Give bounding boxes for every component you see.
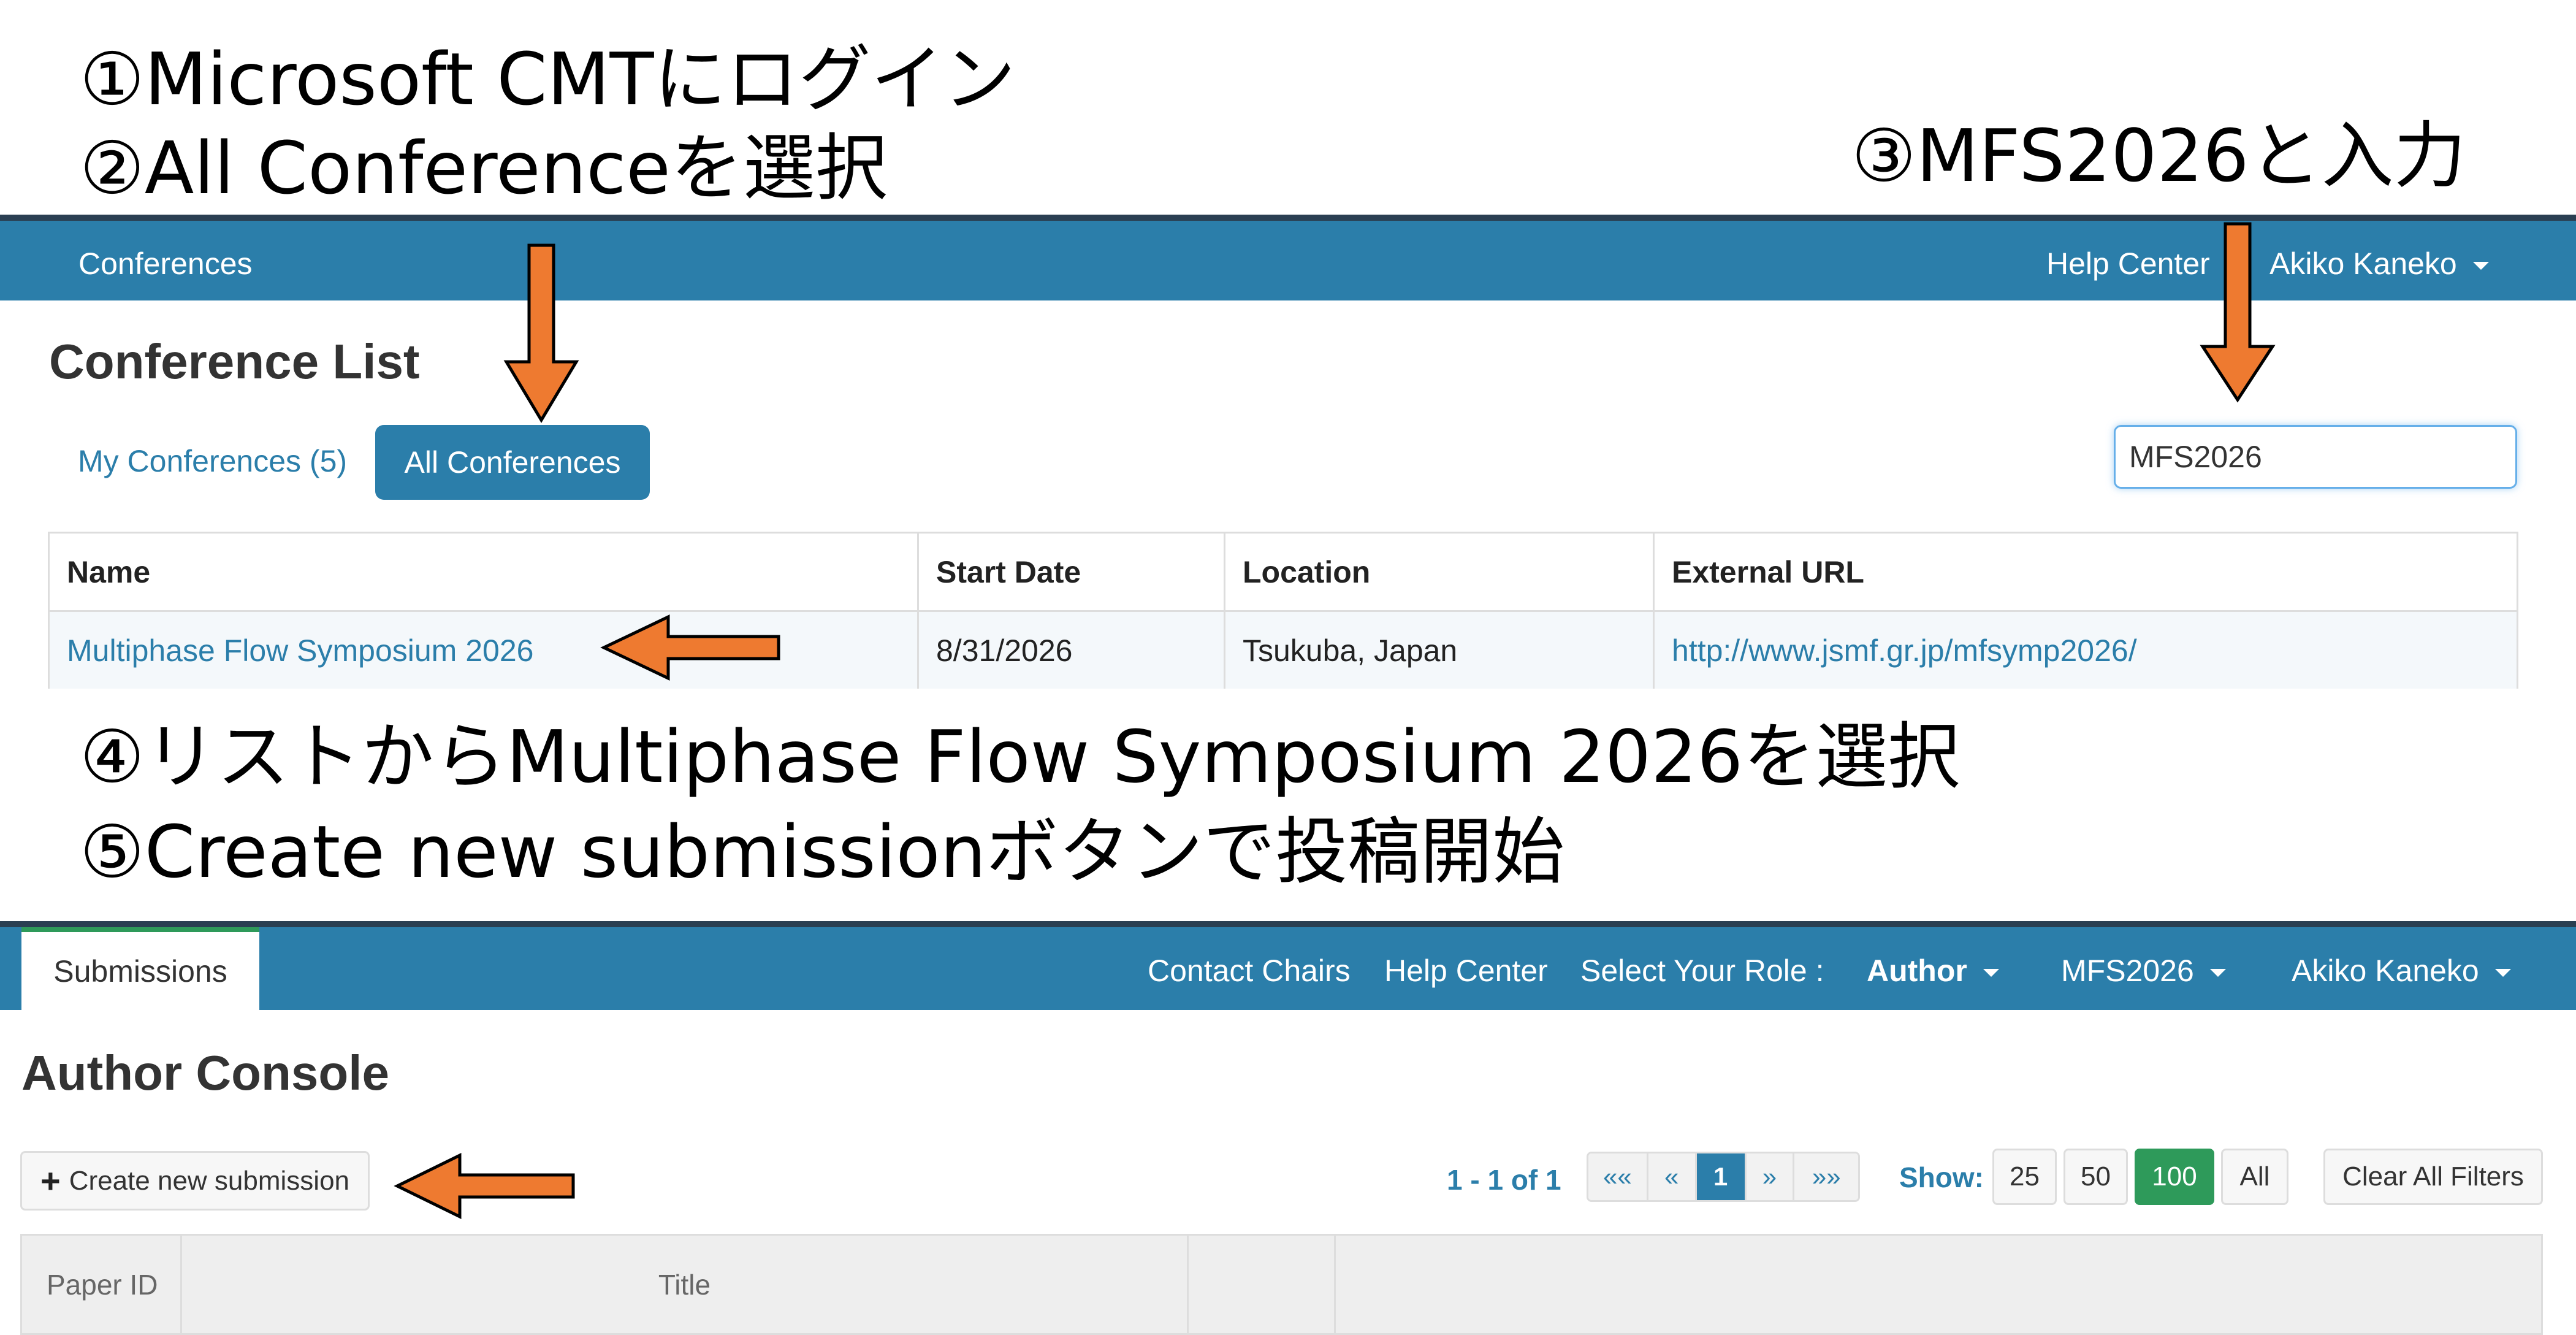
caret-down-icon: [2209, 969, 2226, 977]
clear-all-filters-button[interactable]: Clear All Filters: [2323, 1149, 2543, 1205]
column-header-title[interactable]: Title: [180, 1236, 1189, 1333]
nav-user-menu[interactable]: Akiko Kaneko: [2269, 248, 2489, 279]
conference-dropdown[interactable]: MFS2026: [2061, 955, 2226, 986]
plus-icon: +: [40, 1161, 61, 1200]
column-header-blank: [1189, 1236, 1336, 1333]
conference-value: MFS2026: [2061, 954, 2194, 988]
pager-last[interactable]: »»: [1793, 1153, 1858, 1200]
conference-location: Tsukuba, Japan: [1224, 612, 1653, 689]
table-row: Multiphase Flow Symposium 2026 8/31/2026…: [50, 610, 2517, 689]
table-header: Name Start Date Location External URL: [50, 534, 2517, 610]
caret-down-icon: [2494, 969, 2511, 977]
caret-down-icon: [1983, 969, 1999, 977]
pager-next[interactable]: »: [1744, 1153, 1793, 1200]
select-role-label: Select Your Role :: [1580, 954, 1824, 988]
conference-name-link[interactable]: Multiphase Flow Symposium 2026: [50, 612, 917, 689]
column-header-external-url[interactable]: External URL: [1653, 534, 2517, 610]
caret-down-icon: [2472, 262, 2489, 270]
nav-conferences-link[interactable]: Conferences: [78, 248, 253, 279]
column-header-name[interactable]: Name: [50, 534, 917, 610]
pagination: «« « 1 » »»: [1587, 1152, 1860, 1202]
arrow-down-all-conferences: [503, 243, 579, 423]
tab-submissions[interactable]: Submissions: [21, 927, 259, 1010]
column-header-location[interactable]: Location: [1224, 534, 1653, 610]
nav-help-center-link[interactable]: Help Center: [2046, 248, 2210, 279]
nav-help-center-link[interactable]: Help Center: [1384, 955, 1548, 986]
nav-user-menu[interactable]: Akiko Kaneko: [2292, 955, 2511, 986]
annotation-step5: ⑤Create new submissionボタンで投稿開始: [80, 809, 1565, 894]
show-label: Show:: [1899, 1161, 1984, 1193]
show-25-button[interactable]: 25: [1992, 1149, 2057, 1205]
pager-first[interactable]: ««: [1588, 1153, 1647, 1200]
annotation-step4: ④リストからMultiphase Flow Symposium 2026を選択: [80, 714, 1961, 799]
show-all-button[interactable]: All: [2221, 1149, 2288, 1205]
role-value: Author: [1867, 954, 1967, 988]
pager-page-1[interactable]: 1: [1694, 1153, 1745, 1200]
conference-start-date: 8/31/2026: [917, 612, 1224, 689]
page-title-author-console: Author Console: [21, 1046, 389, 1100]
show-50-button[interactable]: 50: [2063, 1149, 2128, 1205]
show-100-button[interactable]: 100: [2135, 1149, 2214, 1205]
conference-search-input[interactable]: MFS2026: [2114, 425, 2517, 489]
annotation-step1: ①Microsoft CMTにログイン: [80, 37, 1016, 121]
role-dropdown[interactable]: Author: [1867, 955, 1999, 986]
nav-user-name: Akiko Kaneko: [2292, 954, 2479, 988]
arrow-left-create-submission: [394, 1153, 575, 1220]
annotation-step2: ②All Conferenceを選択: [80, 126, 888, 210]
column-header-start-date[interactable]: Start Date: [917, 534, 1224, 610]
conference-external-url-link[interactable]: http://www.jsmf.gr.jp/mfsymp2026/: [1653, 612, 2517, 689]
arrow-down-search: [2200, 222, 2276, 403]
annotation-step3: ③MFS2026と入力: [1851, 113, 2466, 198]
submissions-table-header: Paper ID Title: [20, 1234, 2543, 1335]
tab-my-conferences[interactable]: My Conferences (5): [78, 446, 347, 476]
nav-contact-chairs-link[interactable]: Contact Chairs: [1148, 955, 1351, 986]
pagination-summary: 1 - 1 of 1: [1447, 1164, 1561, 1196]
column-header-paper-id[interactable]: Paper ID: [22, 1236, 180, 1333]
page-title-conference-list: Conference List: [49, 334, 420, 389]
nav-user-name: Akiko Kaneko: [2269, 247, 2457, 281]
create-new-submission-button[interactable]: + Create new submission: [20, 1151, 370, 1211]
create-new-submission-label: Create new submission: [69, 1165, 350, 1196]
author-navbar: Submissions Contact Chairs Help Center S…: [0, 921, 2576, 1010]
conference-table: Name Start Date Location External URL Mu…: [48, 532, 2518, 689]
tab-all-conferences[interactable]: All Conferences: [375, 425, 650, 500]
arrow-left-conference-name: [600, 614, 780, 681]
top-navbar: Conferences Help Center Akiko Kaneko: [0, 215, 2576, 300]
pager-prev[interactable]: «: [1646, 1153, 1695, 1200]
